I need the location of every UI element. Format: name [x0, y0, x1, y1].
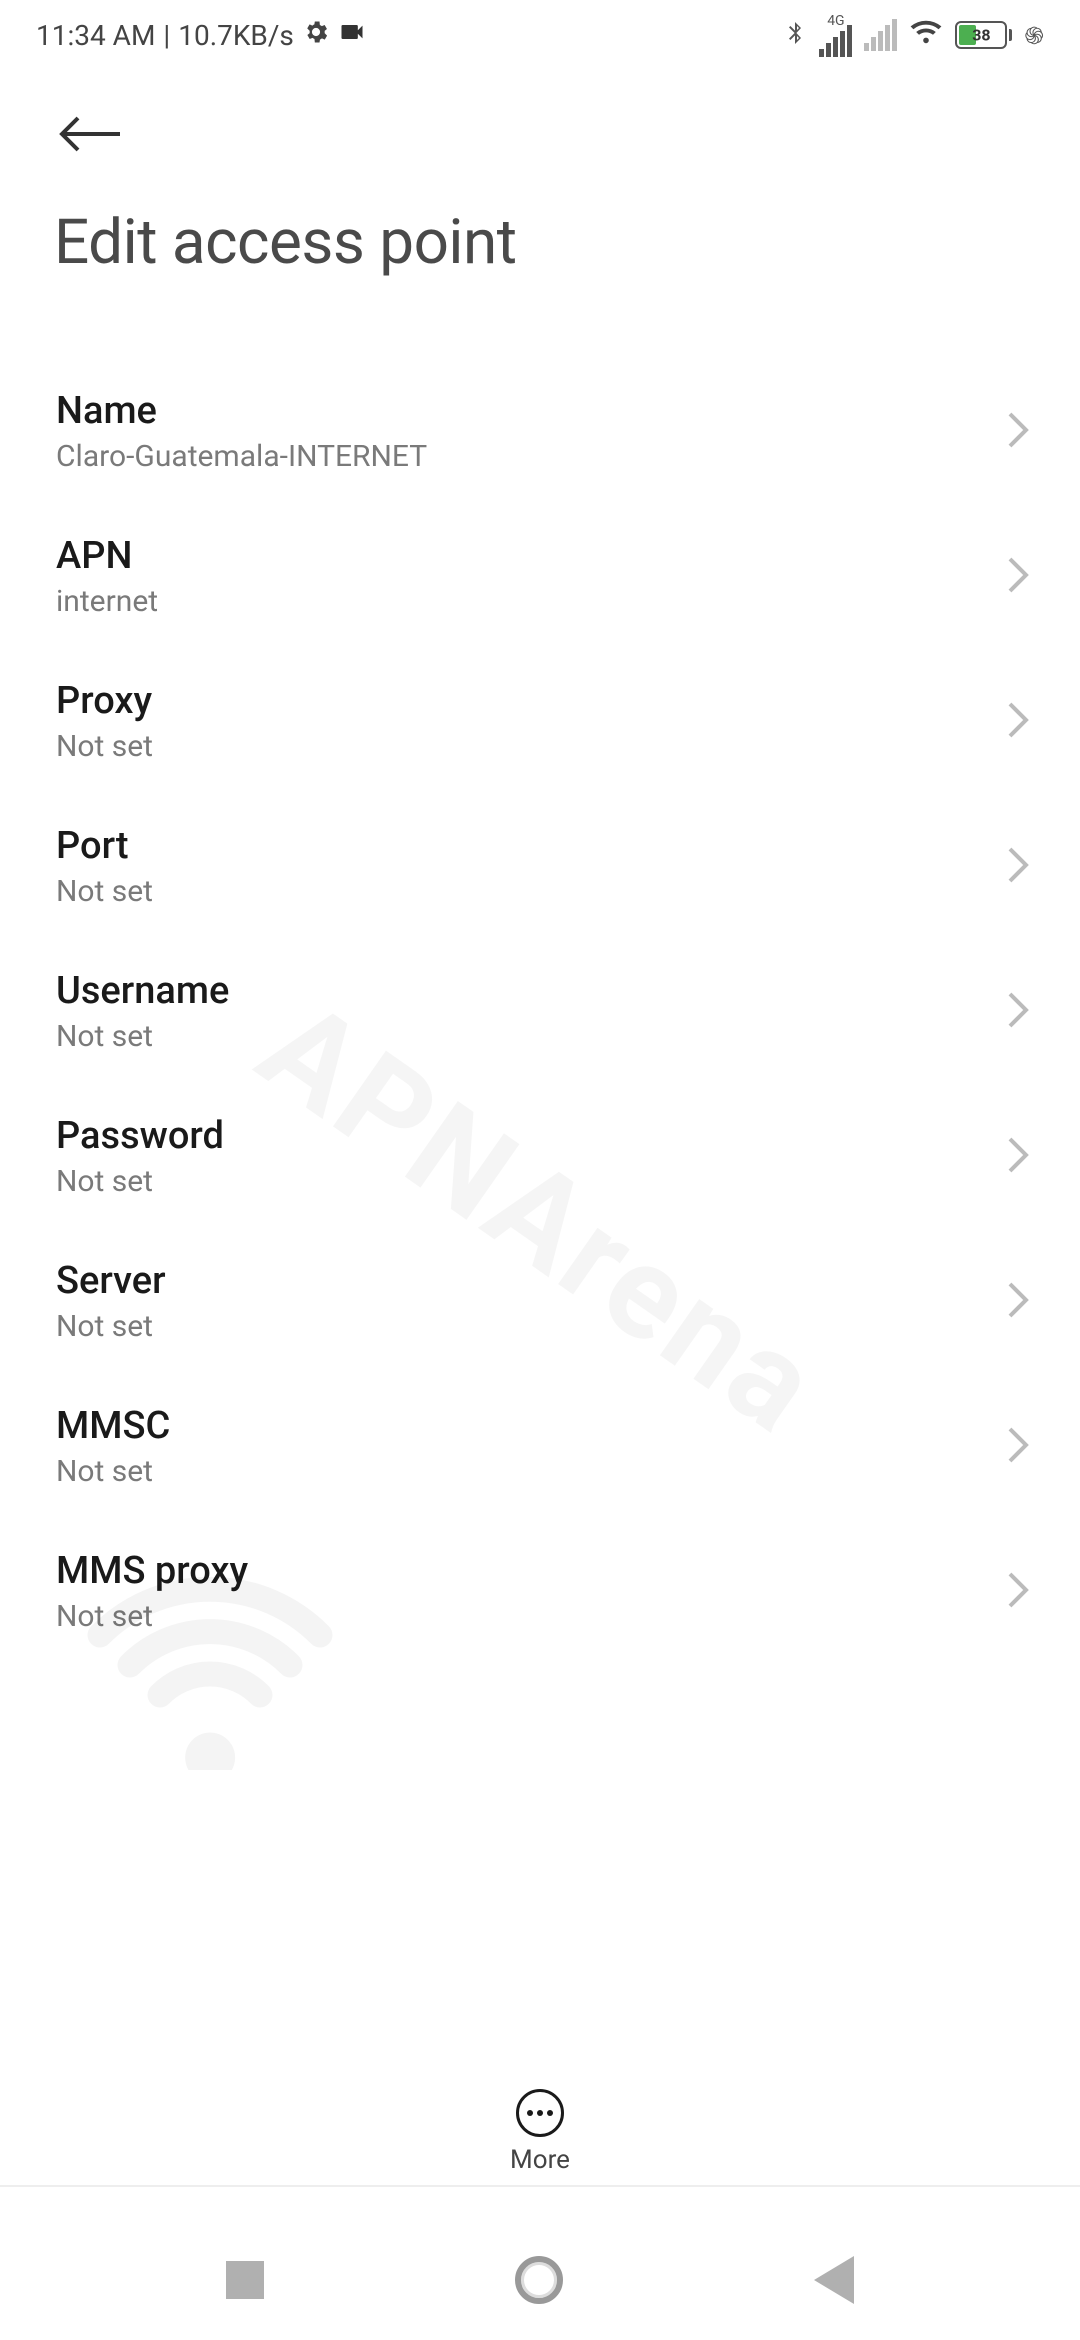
- setting-label: Proxy: [56, 679, 153, 723]
- setting-mmsc[interactable]: MMSC Not set: [0, 1374, 1080, 1519]
- signal-sim1: 4G: [819, 13, 852, 57]
- chevron-right-icon: [1006, 700, 1030, 744]
- setting-value: Not set: [56, 1599, 248, 1634]
- setting-value: Claro-Guatemala-INTERNET: [56, 439, 427, 474]
- setting-value: Not set: [56, 1019, 229, 1054]
- battery-percent: 38: [972, 26, 990, 45]
- setting-mms-proxy[interactable]: MMS proxy Not set: [0, 1519, 1080, 1664]
- nav-recents-button[interactable]: [226, 2261, 264, 2299]
- setting-value: Not set: [56, 729, 153, 764]
- status-separator: |: [163, 19, 170, 52]
- setting-name[interactable]: Name Claro-Guatemala-INTERNET: [0, 359, 1080, 504]
- setting-label: Name: [56, 389, 427, 433]
- chevron-right-icon: [1006, 1280, 1030, 1324]
- setting-username[interactable]: Username Not set: [0, 939, 1080, 1084]
- setting-apn[interactable]: APN internet: [0, 504, 1080, 649]
- bluetooth-icon: [783, 17, 807, 54]
- setting-proxy[interactable]: Proxy Not set: [0, 649, 1080, 794]
- setting-value: Not set: [56, 1454, 170, 1489]
- setting-label: APN: [56, 534, 158, 578]
- battery-indicator: 38: [955, 21, 1012, 49]
- setting-label: Password: [56, 1114, 224, 1158]
- setting-server[interactable]: Server Not set: [0, 1229, 1080, 1374]
- chevron-right-icon: [1006, 410, 1030, 454]
- setting-label: MMS proxy: [56, 1549, 248, 1593]
- page-title: Edit access point: [0, 162, 1080, 279]
- back-button[interactable]: [0, 70, 1080, 162]
- more-button[interactable]: More: [0, 2069, 1080, 2187]
- setting-label: Username: [56, 969, 229, 1013]
- setting-port[interactable]: Port Not set: [0, 794, 1080, 939]
- setting-value: Not set: [56, 1309, 166, 1344]
- status-time: 11:34 AM: [36, 19, 155, 52]
- more-icon: [516, 2089, 564, 2137]
- setting-value: internet: [56, 584, 158, 619]
- setting-value: Not set: [56, 874, 153, 909]
- setting-label: MMSC: [56, 1404, 170, 1448]
- more-label: More: [510, 2145, 570, 2175]
- charging-icon: ֍: [1024, 19, 1044, 52]
- arrow-left-icon: [54, 110, 126, 158]
- setting-value: Not set: [56, 1164, 224, 1199]
- chevron-right-icon: [1006, 1570, 1030, 1614]
- gear-icon: [302, 18, 330, 53]
- status-bar: 11:34 AM | 10.7KB/s 4G: [0, 0, 1080, 70]
- setting-password[interactable]: Password Not set: [0, 1084, 1080, 1229]
- status-data-rate: 10.7KB/s: [178, 19, 294, 52]
- nav-back-button[interactable]: [814, 2256, 854, 2304]
- chevron-right-icon: [1006, 845, 1030, 889]
- settings-list: Name Claro-Guatemala-INTERNET APN intern…: [0, 279, 1080, 1664]
- signal-sim2: [864, 19, 897, 51]
- camera-icon: [338, 18, 366, 53]
- setting-label: Port: [56, 824, 153, 868]
- chevron-right-icon: [1006, 1425, 1030, 1469]
- chevron-right-icon: [1006, 555, 1030, 599]
- nav-home-button[interactable]: [515, 2256, 563, 2304]
- chevron-right-icon: [1006, 1135, 1030, 1179]
- navigation-bar: [0, 2220, 1080, 2340]
- wifi-icon: [909, 18, 943, 53]
- chevron-right-icon: [1006, 990, 1030, 1034]
- setting-label: Server: [56, 1259, 166, 1303]
